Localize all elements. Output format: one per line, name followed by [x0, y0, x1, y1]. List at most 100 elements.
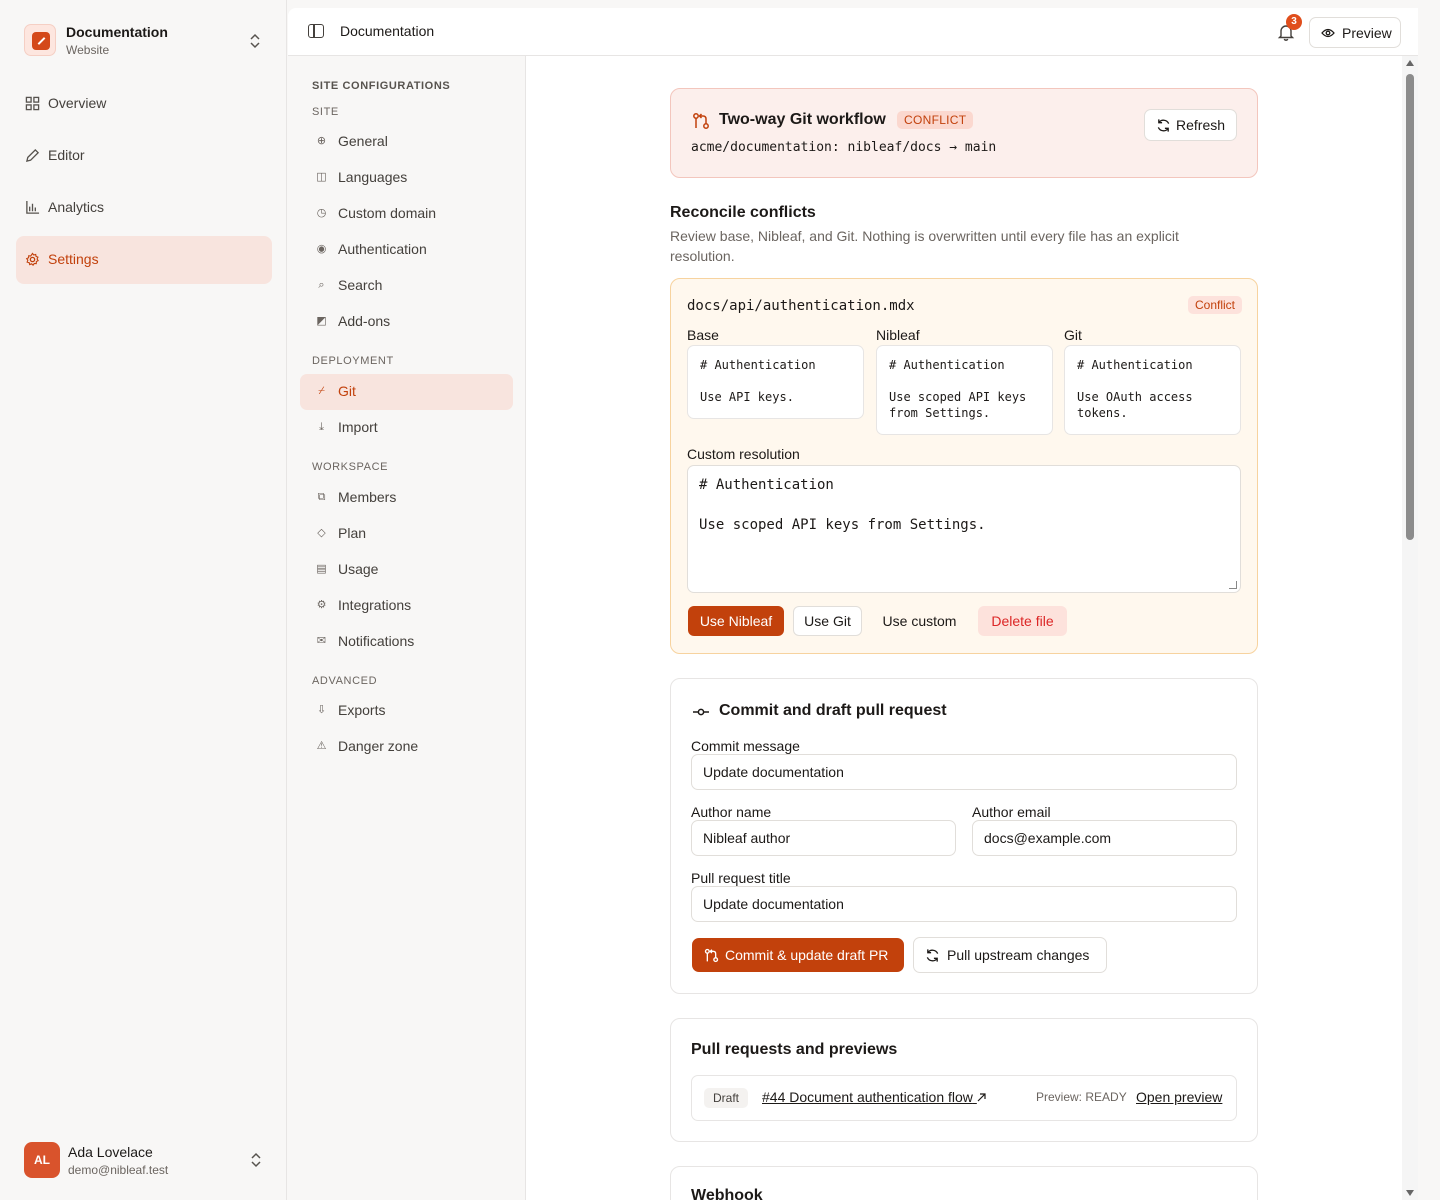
- preview-button[interactable]: Preview: [1309, 17, 1401, 48]
- pr-title-input[interactable]: Update documentation: [691, 886, 1237, 922]
- subnav-item-import[interactable]: ⤓ Import: [300, 410, 513, 446]
- plug-icon: ⚙: [316, 599, 327, 611]
- banner-title: Two-way Git workflow: [719, 111, 886, 128]
- workspace-subtitle: Website: [66, 43, 110, 57]
- sidebar-toggle-icon[interactable]: [308, 24, 324, 38]
- nav-item-editor[interactable]: Editor: [16, 132, 272, 180]
- list-item: Draft #44 Document authentication flow P…: [691, 1075, 1237, 1121]
- refresh-icon: [926, 949, 939, 962]
- subnav-item-authentication[interactable]: ◉ Authentication: [300, 232, 513, 268]
- pencil-icon: [25, 148, 40, 163]
- pr-title: #44 Document authentication flow: [762, 1089, 973, 1105]
- subnav-item-git[interactable]: ⌿ Git: [300, 374, 513, 410]
- file-path: docs/api/authentication.mdx: [687, 298, 915, 314]
- use-git-label: Use Git: [804, 613, 851, 629]
- gear-icon: [25, 252, 39, 266]
- subnav-item-usage[interactable]: ▤ Usage: [300, 552, 513, 588]
- pr-state-badge: Draft: [704, 1088, 749, 1108]
- chevron-up-down-icon: [250, 1152, 262, 1168]
- refresh-label: Refresh: [1176, 117, 1226, 133]
- git-pull-request-icon: [693, 113, 709, 129]
- subnav-item-add-ons[interactable]: ◩ Add-ons: [300, 304, 513, 340]
- nav-item-settings[interactable]: Settings: [16, 236, 272, 284]
- subnav-item-members[interactable]: ⧉ Members: [300, 480, 513, 516]
- workspace-logo: [24, 24, 56, 56]
- eye-icon: [1321, 28, 1335, 38]
- open-preview-link[interactable]: Open preview: [1136, 1089, 1222, 1105]
- subnav-item-label: Members: [338, 489, 397, 505]
- author-name-input[interactable]: Nibleaf author: [691, 820, 956, 856]
- diamond-icon: ◇: [317, 527, 326, 539]
- subnav-item-custom-domain[interactable]: ◷ Custom domain: [300, 196, 513, 232]
- external-link-icon: [977, 1093, 986, 1102]
- user-menu[interactable]: AL Ada Lovelace demo@nibleaf.test: [24, 1142, 272, 1180]
- scrollbar-thumb[interactable]: [1406, 74, 1414, 540]
- nav-item-label: Overview: [48, 95, 107, 111]
- custom-resolution-label: Custom resolution: [687, 446, 800, 462]
- commit-draft-pr-label: Commit & update draft PR: [725, 947, 889, 963]
- pr-link[interactable]: #44 Document authentication flow: [762, 1089, 986, 1105]
- subnav-item-label: Import: [338, 419, 378, 435]
- preview-status: Preview: READY: [1036, 1090, 1127, 1104]
- nav-item-overview[interactable]: Overview: [16, 80, 272, 128]
- use-nibleaf-label: Use Nibleaf: [699, 613, 773, 629]
- top-bar: Documentation 3 Preview: [288, 8, 1418, 56]
- globe-icon: ⊕: [316, 135, 327, 147]
- git-content: # Authentication Use OAuth access tokens…: [1064, 345, 1241, 435]
- subnav-item-exports[interactable]: ⇩ Exports: [300, 693, 513, 729]
- author-name-value: Nibleaf author: [703, 830, 791, 846]
- delete-file-button[interactable]: Delete file: [978, 606, 1067, 636]
- git-label: Git: [1064, 327, 1082, 343]
- chevron-up-down-icon: [249, 33, 261, 49]
- use-nibleaf-button[interactable]: Use Nibleaf: [688, 606, 784, 636]
- subnav-item-integrations[interactable]: ⚙ Integrations: [300, 588, 513, 624]
- puzzle-icon: ◩: [316, 315, 327, 327]
- webhook-title: Webhook: [691, 1187, 763, 1200]
- author-name-label: Author name: [691, 804, 772, 820]
- commit-message-input[interactable]: Update documentation: [691, 754, 1237, 790]
- window-edge: [1418, 0, 1440, 1200]
- nav-item-analytics[interactable]: Analytics: [16, 184, 272, 232]
- use-custom-label: Use custom: [882, 613, 957, 629]
- resize-handle-icon[interactable]: [1229, 581, 1237, 589]
- git-workflow-banner: Two-way Git workflow CONFLICT acme/docum…: [670, 88, 1258, 178]
- commit-title: Commit and draft pull request: [719, 702, 947, 719]
- preview-label: Preview: [1342, 25, 1392, 41]
- subnav-item-label: Notifications: [338, 633, 415, 649]
- use-custom-button[interactable]: Use custom: [871, 606, 968, 636]
- custom-resolution-value: # Authentication Use scoped API keys fro…: [699, 477, 986, 533]
- pull-upstream-label: Pull upstream changes: [947, 947, 1090, 963]
- subnav-item-notifications[interactable]: ✉ Notifications: [300, 624, 513, 660]
- subnav-section-title: SITE: [312, 106, 339, 118]
- reconcile-title: Reconcile conflicts: [670, 204, 816, 221]
- workspace-switcher[interactable]: Documentation Website: [24, 24, 272, 58]
- custom-resolution-textarea[interactable]: # Authentication Use scoped API keys fro…: [687, 465, 1241, 593]
- use-git-button[interactable]: Use Git: [793, 606, 862, 636]
- subnav-item-general[interactable]: ⊕ General: [300, 124, 513, 160]
- nav-item-label: Analytics: [48, 199, 105, 215]
- refresh-button[interactable]: Refresh: [1144, 109, 1237, 141]
- conflict-card: docs/api/authentication.mdx Conflict Bas…: [670, 278, 1258, 654]
- scroll-down-icon[interactable]: [1406, 1190, 1414, 1196]
- scroll-up-icon[interactable]: [1406, 60, 1414, 66]
- commit-draft-pr-button[interactable]: Commit & update draft PR: [692, 938, 904, 972]
- search-icon: ⌕: [318, 279, 325, 291]
- subnav-section-title: WORKSPACE: [312, 461, 389, 473]
- commit-message-value: Update documentation: [703, 764, 844, 780]
- warning-icon: ⚠: [316, 740, 327, 752]
- subnav-item-plan[interactable]: ◇ Plan: [300, 516, 513, 552]
- user-email: demo@nibleaf.test: [68, 1163, 169, 1177]
- subnav-item-languages[interactable]: ◫ Languages: [300, 160, 513, 196]
- author-email-input[interactable]: docs@example.com: [972, 820, 1237, 856]
- subnav-item-danger-zone[interactable]: ⚠ Danger zone: [300, 729, 513, 765]
- nibleaf-content: # Authentication Use scoped API keys fro…: [876, 345, 1053, 435]
- layout-grid-icon: [25, 96, 40, 111]
- subnav-item-label: General: [338, 133, 388, 149]
- subnav-item-search[interactable]: ⌕ Search: [300, 268, 513, 304]
- pull-upstream-button[interactable]: Pull upstream changes: [913, 937, 1107, 973]
- scrollbar[interactable]: [1402, 56, 1418, 1200]
- subnav-item-label: Usage: [338, 561, 379, 577]
- users-icon: ⧉: [317, 491, 326, 503]
- author-email-label: Author email: [972, 804, 1051, 820]
- nibleaf-label: Nibleaf: [876, 327, 920, 343]
